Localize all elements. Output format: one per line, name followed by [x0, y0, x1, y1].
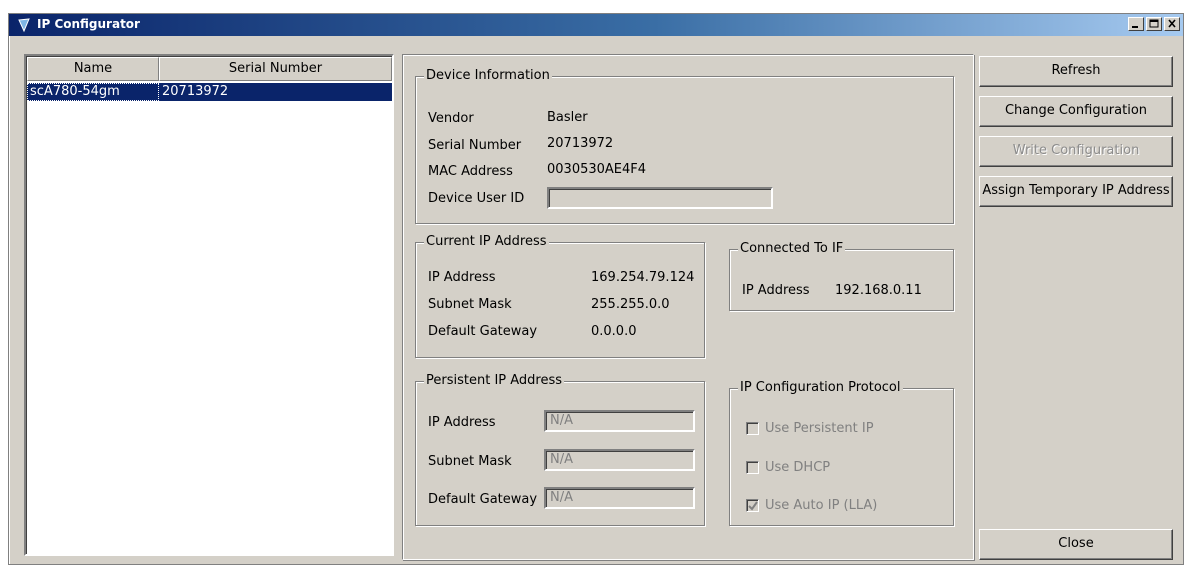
current-default-gateway-label: Default Gateway	[428, 324, 538, 339]
checkbox-box	[746, 422, 759, 435]
persistent-default-gateway-field[interactable]: N/A	[544, 487, 695, 509]
use-auto-ip-checkbox[interactable]: Use Auto IP (LLA)	[746, 498, 877, 513]
close-icon[interactable]	[1164, 17, 1180, 31]
serial-number-value: 20713972	[547, 136, 614, 151]
window-title: IP Configurator	[37, 17, 140, 31]
persistent-ip-address-field[interactable]: N/A	[544, 410, 695, 432]
persistent-default-gateway-label: Default Gateway	[428, 492, 538, 507]
current-ip-address-group: Current IP Address IP Address 169.254.79…	[415, 234, 705, 358]
checkbox-box	[746, 461, 759, 474]
checkmark-icon	[748, 501, 758, 511]
device-user-id-label: Device User ID	[428, 191, 525, 206]
connected-ip-address-value: 192.168.0.11	[835, 283, 922, 298]
persistent-ip-address-label: IP Address	[428, 415, 496, 430]
vendor-label: Vendor	[428, 111, 474, 126]
column-header-name[interactable]: Name	[27, 57, 159, 81]
current-ip-address-value: 169.254.79.124	[591, 270, 695, 285]
ip-configurator-window: IP Configurator Name Serial Number scA78…	[8, 13, 1184, 565]
mac-address-value: 0030530AE4F4	[547, 162, 647, 177]
minimize-icon[interactable]	[1128, 17, 1144, 31]
app-icon	[18, 18, 30, 33]
close-button[interactable]: Close	[979, 529, 1173, 560]
refresh-button[interactable]: Refresh	[979, 56, 1173, 87]
persistent-subnet-mask-label: Subnet Mask	[428, 454, 512, 469]
connected-to-if-group: Connected To IF IP Address 192.168.0.11	[729, 241, 954, 311]
device-serial-cell: 20713972	[162, 84, 229, 99]
ip-configuration-protocol-group: IP Configuration Protocol Use Persistent…	[729, 380, 954, 526]
persistent-ip-address-legend: Persistent IP Address	[424, 373, 565, 389]
current-ip-address-legend: Current IP Address	[424, 234, 549, 250]
persistent-ip-address-group: Persistent IP Address IP Address N/A Sub…	[415, 373, 705, 526]
current-subnet-mask-label: Subnet Mask	[428, 297, 512, 312]
write-configuration-button[interactable]: Write Configuration	[979, 136, 1173, 167]
use-dhcp-checkbox[interactable]: Use DHCP	[746, 460, 830, 475]
ip-configuration-protocol-legend: IP Configuration Protocol	[738, 380, 903, 396]
device-information-legend: Device Information	[424, 68, 552, 84]
vendor-value: Basler	[547, 110, 588, 125]
checkbox-box	[746, 499, 759, 512]
use-persistent-ip-label: Use Persistent IP	[765, 421, 874, 436]
connected-to-if-legend: Connected To IF	[738, 241, 846, 257]
device-name-cell: scA780-54gm	[27, 83, 159, 101]
title-bar[interactable]: IP Configurator	[9, 14, 1183, 36]
device-details-panel: Device Information Vendor Basler Serial …	[402, 54, 974, 560]
current-subnet-mask-value: 255.255.0.0	[591, 297, 670, 312]
maximize-icon[interactable]	[1146, 17, 1162, 31]
serial-number-label: Serial Number	[428, 138, 522, 153]
device-information-group: Device Information Vendor Basler Serial …	[415, 68, 954, 224]
use-persistent-ip-checkbox[interactable]: Use Persistent IP	[746, 421, 874, 436]
mac-address-label: MAC Address	[428, 164, 513, 179]
persistent-subnet-mask-field[interactable]: N/A	[544, 449, 695, 471]
change-configuration-button[interactable]: Change Configuration	[979, 96, 1173, 127]
current-default-gateway-value: 0.0.0.0	[591, 324, 637, 339]
device-user-id-field[interactable]	[547, 187, 773, 209]
assign-temporary-ip-address-button[interactable]: Assign Temporary IP Address	[979, 176, 1173, 207]
column-header-serial-number[interactable]: Serial Number	[159, 57, 392, 81]
use-dhcp-label: Use DHCP	[765, 460, 831, 475]
current-ip-address-label: IP Address	[428, 270, 496, 285]
device-row[interactable]: scA780-54gm 20713972	[27, 83, 392, 101]
use-auto-ip-label: Use Auto IP (LLA)	[765, 498, 878, 513]
device-list[interactable]: Name Serial Number scA780-54gm 20713972	[24, 54, 394, 556]
connected-ip-address-label: IP Address	[742, 283, 810, 298]
